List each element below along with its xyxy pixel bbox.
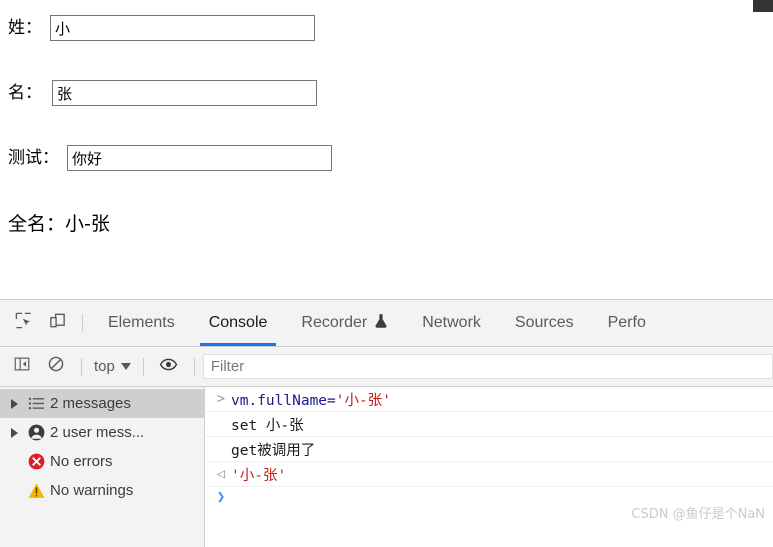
console-line-log-set[interactable]: set 小-张 bbox=[205, 412, 773, 437]
result-marker-icon: ◁ bbox=[216, 466, 226, 482]
tabbar-divider bbox=[82, 314, 83, 332]
givenname-label: 名： bbox=[8, 82, 42, 103]
clear-console-button[interactable] bbox=[39, 350, 73, 384]
console-sidebar-item-errors-label: No errors bbox=[50, 453, 113, 470]
flask-icon bbox=[374, 313, 388, 333]
tab-sources-label: Sources bbox=[514, 314, 574, 331]
givenname-input[interactable] bbox=[52, 80, 317, 106]
console-body: 2 messages 2 user mess... No errors No w… bbox=[0, 387, 773, 547]
clear-console-icon bbox=[47, 355, 65, 378]
list-icon bbox=[22, 396, 50, 411]
console-sidebar: 2 messages 2 user mess... No errors No w… bbox=[0, 387, 205, 547]
tab-elements[interactable]: Elements bbox=[91, 300, 192, 346]
console-token-string: '小-张' bbox=[335, 392, 391, 409]
tab-network[interactable]: Network bbox=[405, 300, 498, 346]
console-toolbar: top Filter bbox=[0, 347, 773, 387]
eye-icon bbox=[159, 355, 178, 379]
error-icon bbox=[22, 452, 50, 471]
inspect-element-icon bbox=[14, 311, 33, 335]
console-toolbar-divider-2 bbox=[142, 357, 144, 376]
tab-network-label: Network bbox=[422, 314, 481, 331]
console-line-result[interactable]: ◁ '小-张' bbox=[205, 462, 773, 487]
console-filter-placeholder: Filter bbox=[210, 358, 245, 375]
form-row-givenname: 名： bbox=[8, 80, 317, 106]
tab-console-label: Console bbox=[208, 314, 268, 331]
input-marker-icon: > bbox=[216, 391, 226, 407]
console-token-code: vm.fullName= bbox=[231, 392, 336, 409]
device-toolbar-button[interactable] bbox=[40, 306, 74, 340]
console-sidebar-toggle-icon bbox=[13, 355, 31, 378]
devtools-tabbar: Elements Console Recorder Network Source… bbox=[0, 300, 773, 347]
user-icon bbox=[22, 423, 50, 442]
console-toolbar-divider-3 bbox=[193, 357, 195, 376]
console-line-text: set 小-张 bbox=[231, 417, 304, 434]
fullname-display: 全名：小-张 bbox=[8, 209, 110, 236]
console-context-value: top bbox=[94, 358, 115, 375]
console-sidebar-item-messages[interactable]: 2 messages bbox=[0, 389, 204, 418]
expand-arrow-icon[interactable] bbox=[6, 427, 22, 438]
console-line-text: '小-张' bbox=[231, 467, 287, 484]
web-page-content: 姓： 名： 测试： 全名：小-张 bbox=[0, 0, 773, 299]
tab-recorder[interactable]: Recorder bbox=[284, 300, 405, 346]
surname-label: 姓： bbox=[8, 17, 42, 38]
test-input[interactable] bbox=[67, 145, 332, 171]
console-filter-input[interactable]: Filter bbox=[202, 354, 773, 379]
console-sidebar-toggle-button[interactable] bbox=[5, 350, 39, 384]
tab-sources[interactable]: Sources bbox=[498, 300, 591, 346]
fullname-label: 全名： bbox=[8, 213, 66, 235]
console-line-text: vm.fullName='小-张' bbox=[231, 389, 773, 410]
form-row-test: 测试： bbox=[8, 145, 332, 171]
test-label: 测试： bbox=[8, 147, 59, 168]
tab-performance-label: Perfo bbox=[607, 314, 646, 331]
console-line-text: get被调用了 bbox=[231, 442, 316, 459]
prompt-caret-icon: ❯ bbox=[216, 489, 226, 505]
console-sidebar-item-errors[interactable]: No errors bbox=[0, 447, 204, 476]
console-sidebar-item-warnings-label: No warnings bbox=[50, 482, 134, 499]
chevron-down-icon bbox=[120, 363, 131, 370]
console-sidebar-item-warnings[interactable]: No warnings bbox=[0, 476, 204, 505]
console-sidebar-item-messages-label: 2 messages bbox=[50, 395, 131, 412]
console-prompt-row[interactable]: ❯ bbox=[205, 487, 773, 507]
tab-elements-label: Elements bbox=[108, 314, 175, 331]
inspect-element-button[interactable] bbox=[6, 306, 40, 340]
console-line-input[interactable]: > vm.fullName='小-张' bbox=[205, 387, 773, 412]
device-toolbar-icon bbox=[48, 311, 67, 335]
devtools-panel: Elements Console Recorder Network Source… bbox=[0, 299, 773, 547]
form-row-surname: 姓： bbox=[8, 15, 315, 41]
fullname-value: 小-张 bbox=[65, 213, 110, 235]
console-toolbar-divider-1 bbox=[81, 357, 82, 376]
console-context-selector[interactable]: top bbox=[90, 358, 135, 375]
expand-arrow-icon[interactable] bbox=[6, 398, 22, 409]
live-expression-button[interactable] bbox=[152, 350, 186, 384]
console-sidebar-item-user-messages[interactable]: 2 user mess... bbox=[0, 418, 204, 447]
corner-artifact bbox=[753, 0, 773, 12]
console-line-log-get[interactable]: get被调用了 bbox=[205, 437, 773, 462]
console-sidebar-item-user-messages-label: 2 user mess... bbox=[50, 424, 145, 441]
tab-performance[interactable]: Perfo bbox=[591, 300, 663, 346]
warning-icon bbox=[22, 482, 50, 500]
tab-recorder-label: Recorder bbox=[301, 314, 368, 331]
surname-input[interactable] bbox=[50, 15, 315, 41]
console-output[interactable]: > vm.fullName='小-张' set 小-张 get被调用了 ◁ '小… bbox=[205, 387, 773, 547]
tab-console[interactable]: Console bbox=[192, 300, 285, 346]
